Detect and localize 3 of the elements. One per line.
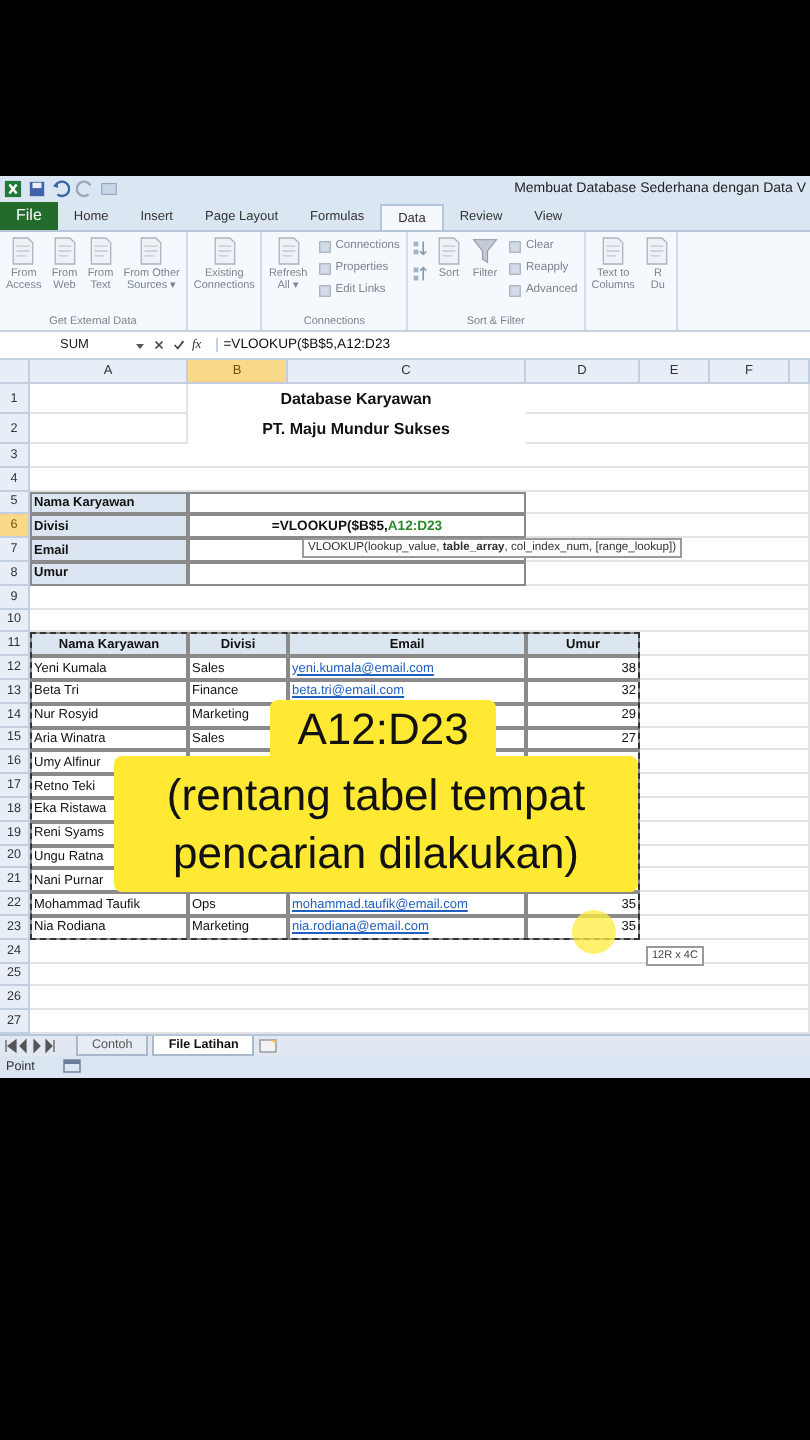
caption-heading-toast: A12:D23 — [270, 700, 496, 760]
sheet-title: Database Karyawan — [278, 387, 434, 412]
sheet-title: PT. Maju Mundur Sukses — [260, 417, 452, 442]
